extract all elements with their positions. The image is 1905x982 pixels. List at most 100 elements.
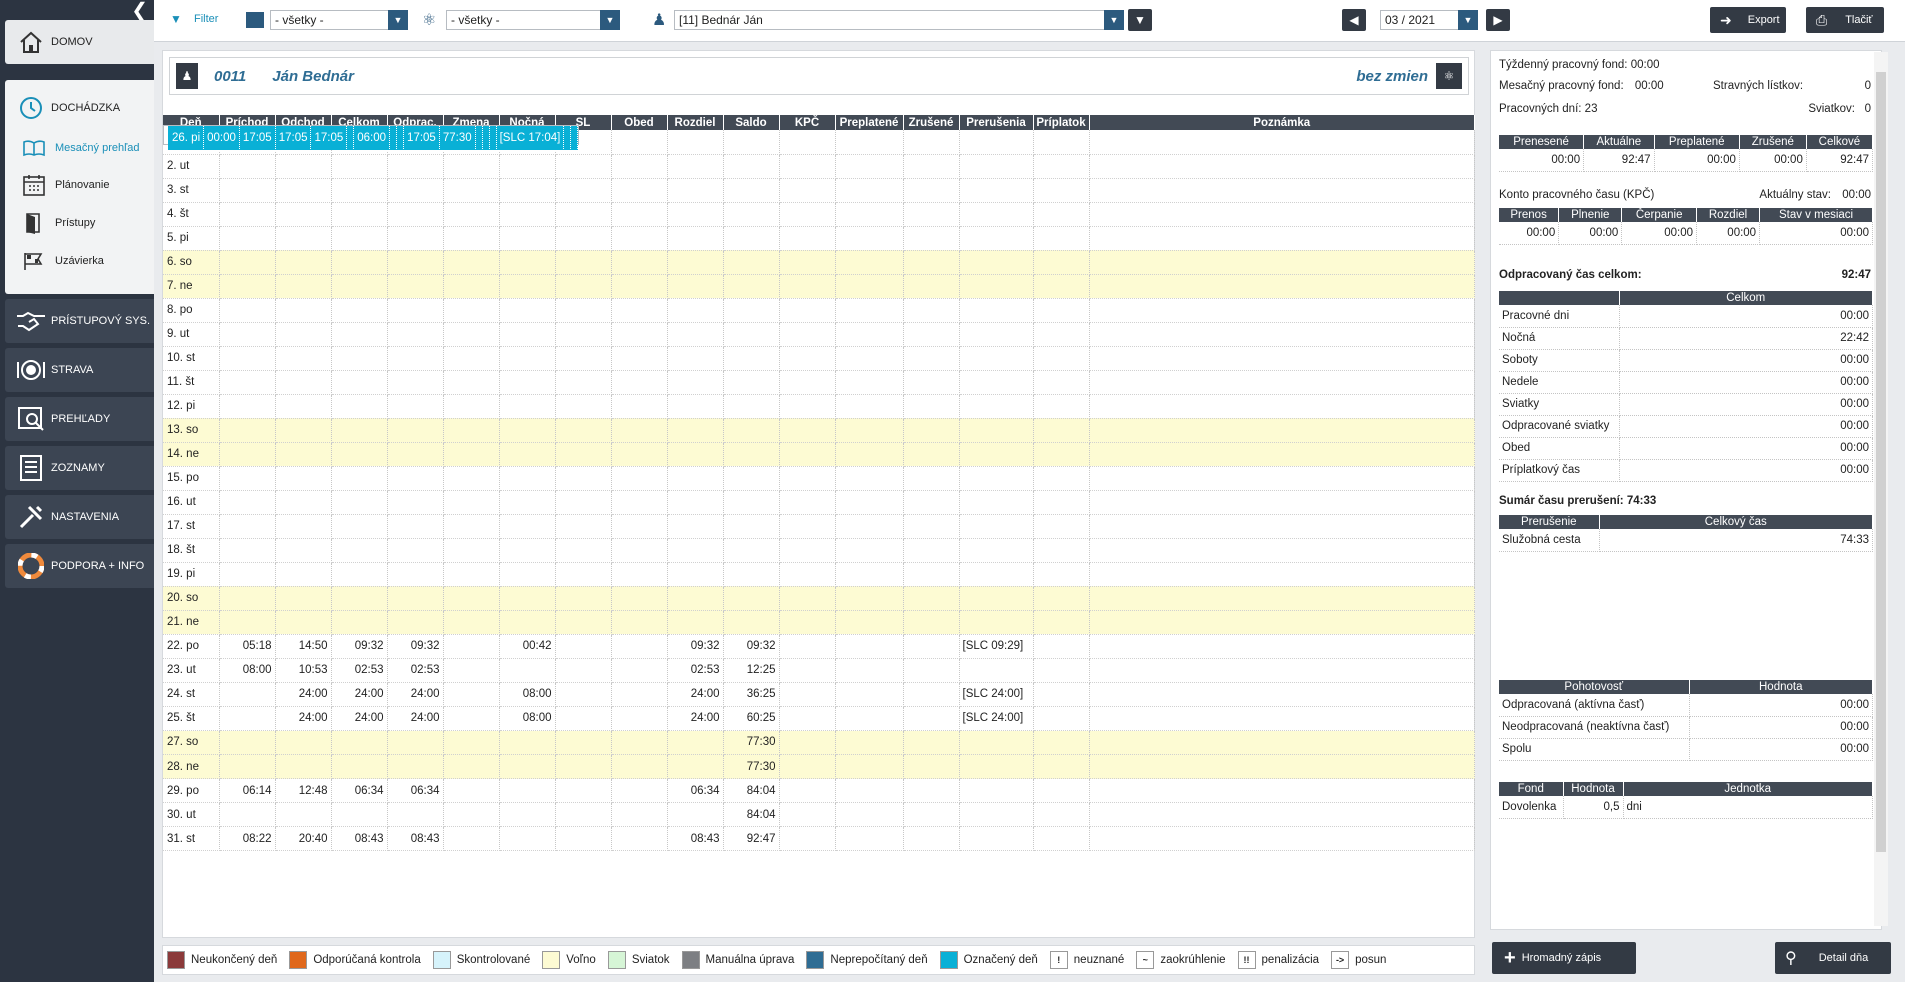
table-row[interactable]: 2. ut xyxy=(163,154,1475,179)
table-cell[interactable] xyxy=(219,154,276,179)
table-cell[interactable]: 77:30 xyxy=(439,126,476,151)
table-cell[interactable]: 24:00 xyxy=(387,706,444,731)
table-cell[interactable] xyxy=(723,442,780,467)
table-cell[interactable]: 11. št xyxy=(163,370,220,395)
table-cell[interactable] xyxy=(723,154,780,179)
table-cell[interactable] xyxy=(443,610,500,635)
table-cell[interactable] xyxy=(611,754,668,779)
table-cell[interactable] xyxy=(667,562,724,587)
table-cell[interactable] xyxy=(555,418,612,443)
table-cell[interactable] xyxy=(275,370,332,395)
table-cell[interactable] xyxy=(275,442,332,467)
table-row[interactable]: 17. st xyxy=(163,514,1475,539)
table-cell[interactable] xyxy=(443,802,500,827)
table-cell[interactable] xyxy=(723,274,780,299)
table-cell[interactable] xyxy=(667,802,724,827)
table-cell[interactable] xyxy=(667,730,724,755)
table-cell[interactable] xyxy=(1089,514,1475,539)
table-cell[interactable] xyxy=(959,442,1034,467)
table-cell[interactable] xyxy=(723,178,780,203)
table-cell[interactable] xyxy=(611,586,668,611)
table-cell[interactable] xyxy=(667,418,724,443)
table-cell[interactable] xyxy=(499,514,556,539)
table-cell[interactable] xyxy=(219,178,276,203)
table-cell[interactable] xyxy=(779,202,836,227)
table-cell[interactable] xyxy=(723,130,780,155)
table-row[interactable]: 20. so xyxy=(163,586,1475,611)
table-cell[interactable] xyxy=(667,538,724,563)
table-cell[interactable] xyxy=(611,634,668,659)
table-cell[interactable] xyxy=(443,418,500,443)
table-cell[interactable] xyxy=(387,322,444,347)
table-cell[interactable]: 27. so xyxy=(163,730,220,755)
table-cell[interactable]: 26. pi xyxy=(168,126,205,151)
shift-change-icon[interactable]: ⚛ xyxy=(1436,63,1462,89)
table-cell[interactable] xyxy=(331,370,388,395)
nav-strava[interactable]: STRAVA xyxy=(5,348,154,392)
table-cell[interactable] xyxy=(387,514,444,539)
table-cell[interactable] xyxy=(1033,394,1090,419)
table-cell[interactable] xyxy=(1033,298,1090,323)
table-cell[interactable] xyxy=(443,514,500,539)
table-cell[interactable]: 17:05 xyxy=(310,126,348,151)
table-cell[interactable] xyxy=(1033,490,1090,515)
table-cell[interactable] xyxy=(443,658,500,683)
table-cell[interactable] xyxy=(555,754,612,779)
table-cell[interactable]: 14. ne xyxy=(163,442,220,467)
table-cell[interactable] xyxy=(1089,346,1475,371)
table-cell[interactable] xyxy=(387,490,444,515)
table-cell[interactable] xyxy=(555,346,612,371)
table-cell[interactable]: 09:32 xyxy=(331,634,388,659)
table-cell[interactable] xyxy=(331,442,388,467)
table-cell[interactable]: 06:34 xyxy=(331,778,388,803)
table-cell[interactable] xyxy=(903,346,960,371)
table-cell[interactable] xyxy=(499,610,556,635)
table-cell[interactable] xyxy=(959,322,1034,347)
table-cell[interactable] xyxy=(779,130,836,155)
table-cell[interactable]: 84:04 xyxy=(723,778,780,803)
table-cell[interactable] xyxy=(667,298,724,323)
table-cell[interactable] xyxy=(219,418,276,443)
table-cell[interactable] xyxy=(499,538,556,563)
table-cell[interactable]: 08:00 xyxy=(499,682,556,707)
table-cell[interactable] xyxy=(779,514,836,539)
table-cell[interactable] xyxy=(611,154,668,179)
table-cell[interactable] xyxy=(1089,178,1475,203)
table-cell[interactable]: 9. ut xyxy=(163,322,220,347)
table-cell[interactable] xyxy=(499,826,556,851)
table-cell[interactable] xyxy=(331,322,388,347)
table-row[interactable]: 21. ne xyxy=(163,610,1475,635)
table-cell[interactable]: 06:34 xyxy=(387,778,444,803)
table-cell[interactable]: 05:18 xyxy=(219,634,276,659)
table-cell[interactable] xyxy=(396,126,405,151)
table-cell[interactable]: 77:30 xyxy=(723,730,780,755)
table-cell[interactable]: 77:30 xyxy=(723,754,780,779)
table-cell[interactable] xyxy=(779,490,836,515)
table-cell[interactable]: 08:43 xyxy=(387,826,444,851)
table-cell[interactable] xyxy=(219,514,276,539)
table-row[interactable]: 23. ut 08:00 10:53 02:53 02:53 02:53 12:25 xyxy=(163,658,1475,683)
table-cell[interactable] xyxy=(959,778,1034,803)
table-cell[interactable]: 08:00 xyxy=(499,706,556,731)
table-cell[interactable] xyxy=(443,538,500,563)
table-cell[interactable] xyxy=(1033,154,1090,179)
table-cell[interactable] xyxy=(499,226,556,251)
table-cell[interactable] xyxy=(835,322,904,347)
table-cell[interactable] xyxy=(779,346,836,371)
sub-mesacny-prehlad[interactable]: Mesačný prehľad xyxy=(5,130,154,166)
table-cell[interactable] xyxy=(387,202,444,227)
table-cell[interactable] xyxy=(779,394,836,419)
table-cell[interactable] xyxy=(275,178,332,203)
table-cell[interactable] xyxy=(611,130,668,155)
table-cell[interactable]: 17:05 xyxy=(403,126,440,151)
table-cell[interactable]: 09:32 xyxy=(723,634,780,659)
table-row[interactable]: 14. ne xyxy=(163,442,1475,467)
table-row[interactable]: 24. st 24:00 24:00 24:00 08:00 24:00 36:25 [SLC… xyxy=(163,682,1475,707)
table-cell[interactable] xyxy=(611,610,668,635)
table-cell[interactable] xyxy=(723,394,780,419)
table-cell[interactable] xyxy=(959,370,1034,395)
table-cell[interactable] xyxy=(499,466,556,491)
table-cell[interactable] xyxy=(275,226,332,251)
table-row[interactable]: 10. st xyxy=(163,346,1475,371)
table-cell[interactable] xyxy=(1033,658,1090,683)
